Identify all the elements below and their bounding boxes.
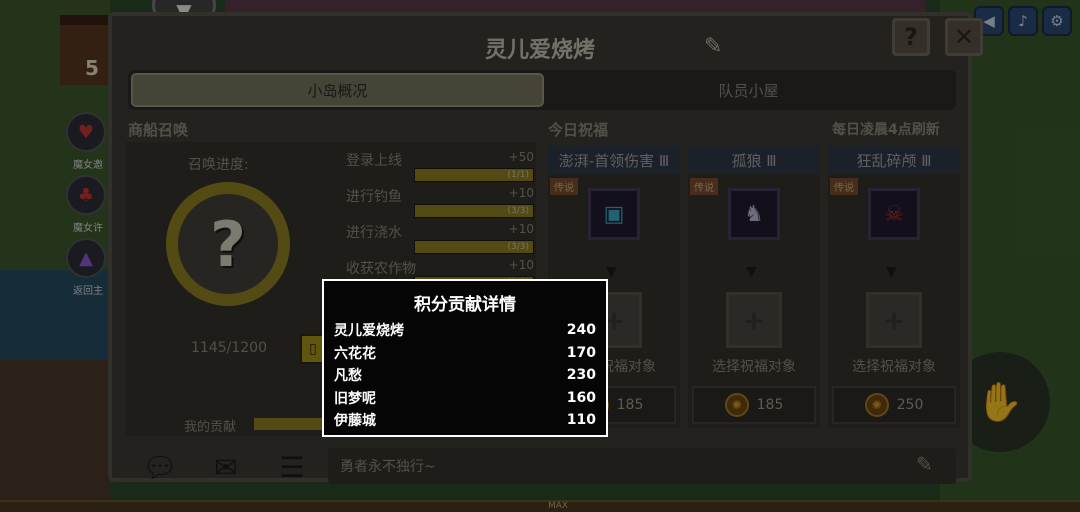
contribution-detail-popup: 积分贡献详情 灵儿爱烧烤 240 六花花 170 凡愁 230 旧梦呢 160 … [322,279,608,437]
member-score: 160 [566,389,596,406]
member-score: 170 [566,344,596,361]
list-item: 伊藤城 110 [334,409,596,432]
member-name: 凡愁 [334,368,362,385]
popup-title: 积分贡献详情 [414,295,516,315]
contribution-list: 灵儿爱烧烤 240 六花花 170 凡愁 230 旧梦呢 160 伊藤城 110 [334,319,596,432]
member-score: 240 [566,322,596,339]
member-name: 六花花 [334,345,376,362]
list-item: 灵儿爱烧烤 240 [334,319,596,342]
member-score: 110 [566,412,596,429]
member-score: 230 [566,367,596,384]
list-item: 六花花 170 [334,342,596,365]
list-item: 旧梦呢 160 [334,387,596,410]
member-name: 旧梦呢 [334,390,376,407]
list-item: 凡愁 230 [334,364,596,387]
member-name: 灵儿爱烧烤 [334,323,404,340]
member-name: 伊藤城 [334,413,376,430]
